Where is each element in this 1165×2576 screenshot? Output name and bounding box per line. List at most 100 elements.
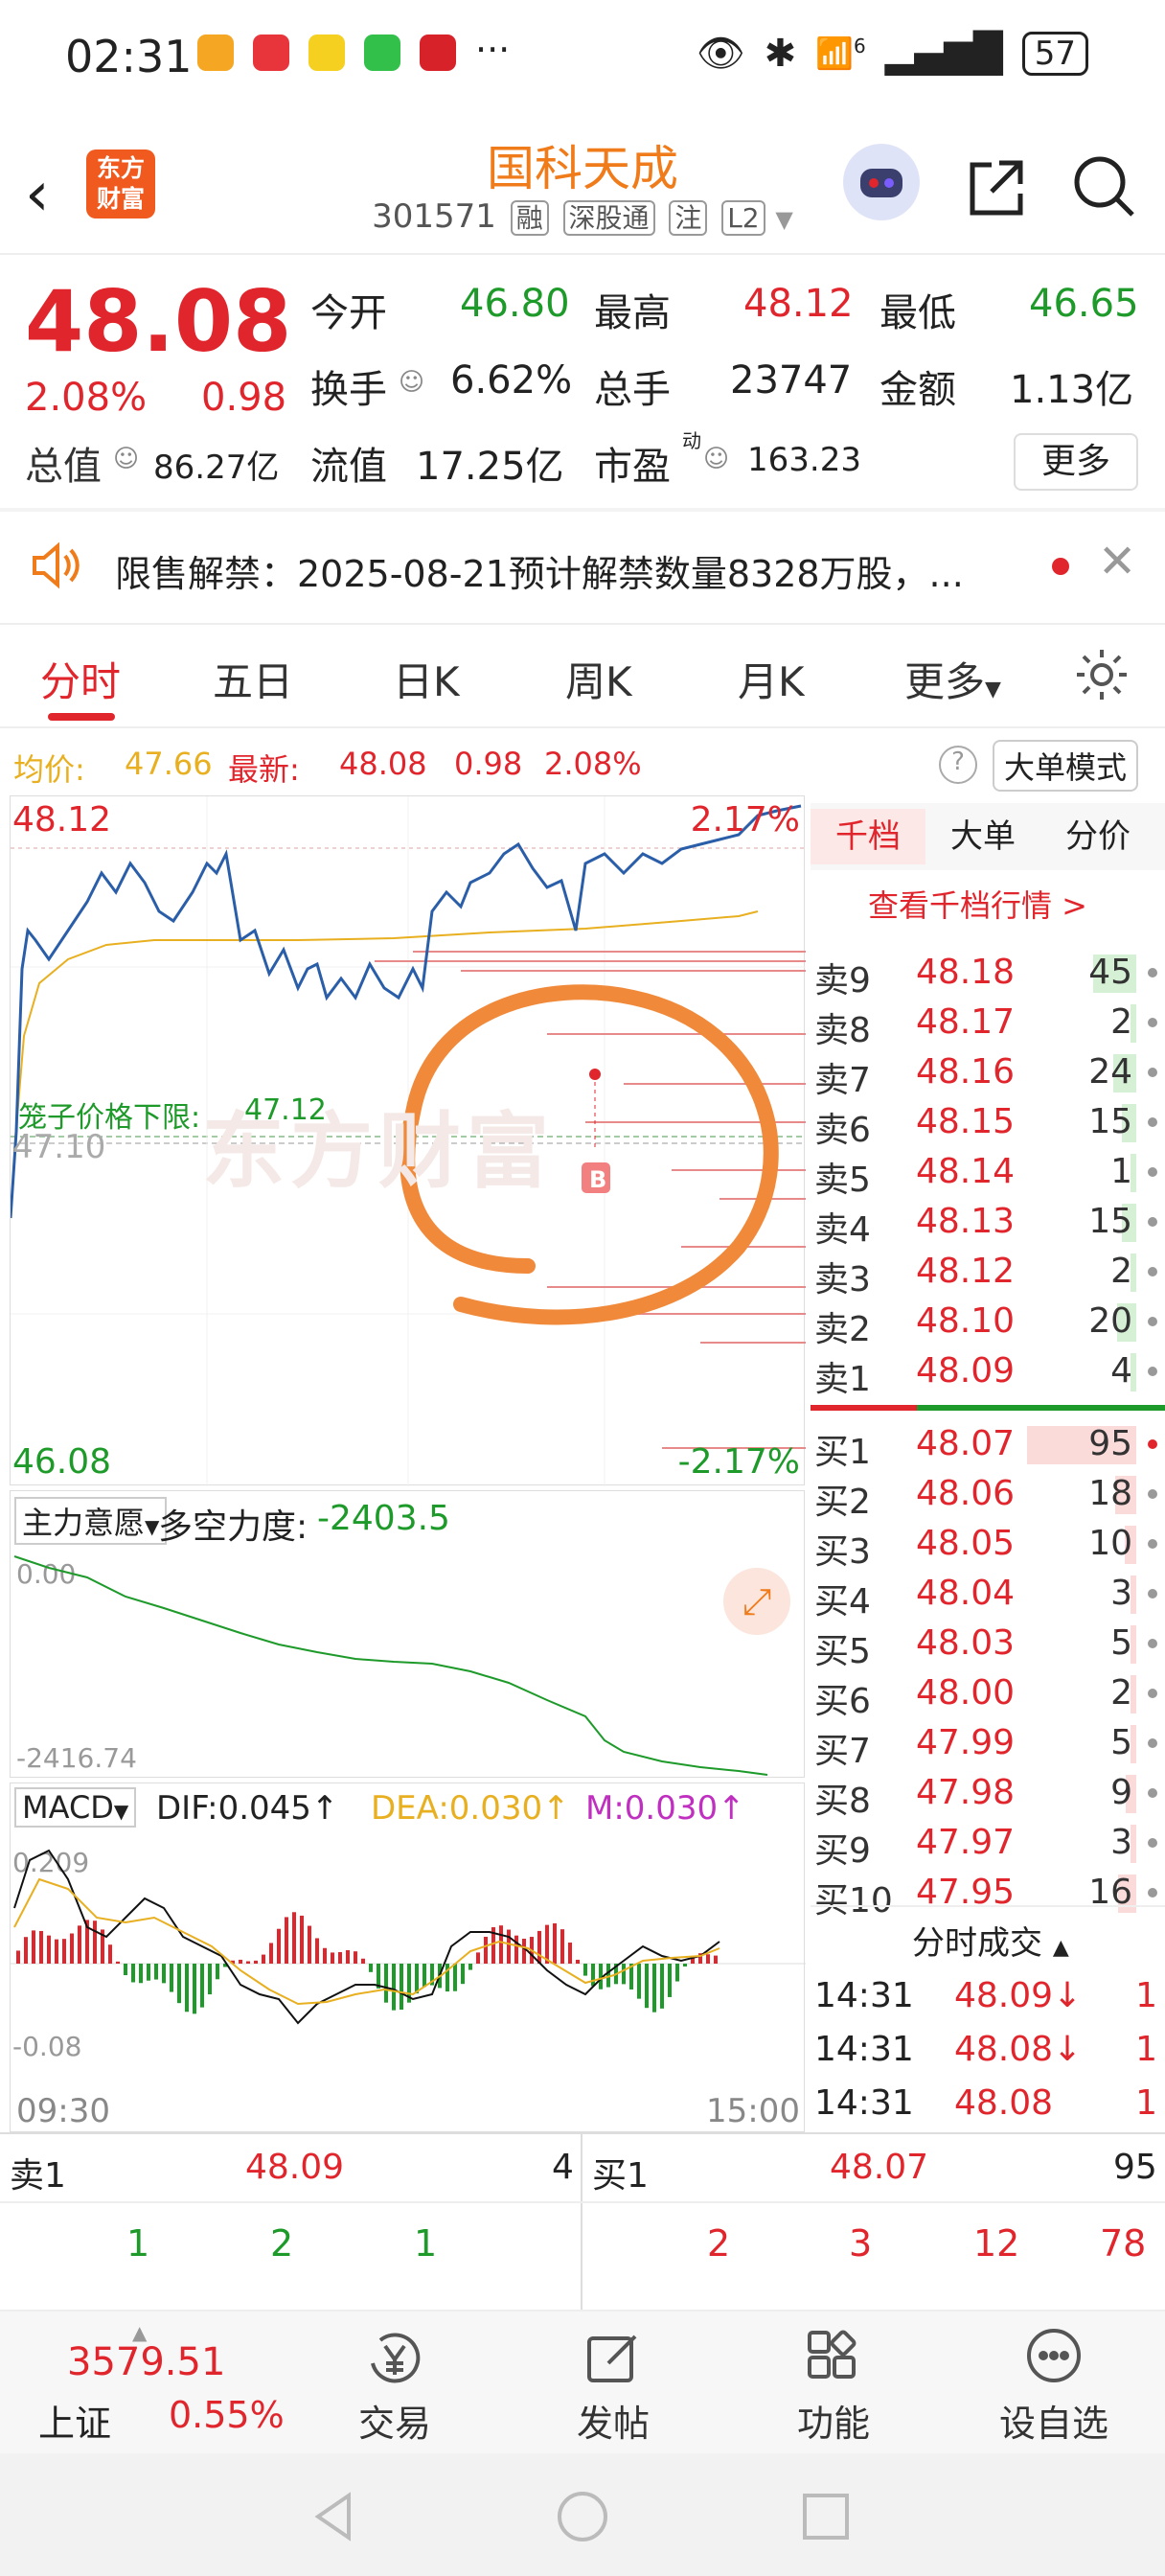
macd-bar xyxy=(93,1920,97,1964)
bid-row[interactable]: 买9 47.97 3 xyxy=(811,1817,1165,1871)
level-price: 47.97 xyxy=(916,1823,1016,1862)
level-price: 47.99 xyxy=(916,1723,1016,1762)
chevron-down-icon: ▼ xyxy=(113,1800,129,1823)
ask-row[interactable]: 卖3 48.12 2 xyxy=(811,1246,1165,1300)
nav-watchlist[interactable]: 设自选 xyxy=(977,2394,1131,2447)
watchlist-icon[interactable] xyxy=(977,2325,1131,2404)
level-price: 48.14 xyxy=(916,1152,1016,1191)
float-label: 流值 xyxy=(310,445,387,489)
back-triangle-icon[interactable] xyxy=(307,2488,364,2545)
home-circle-icon[interactable] xyxy=(554,2488,611,2545)
trade-icon[interactable] xyxy=(318,2325,471,2404)
notice-text: 限售解禁：2025-08-21预计解禁数量8328万股，... xyxy=(115,553,964,595)
bid-row[interactable]: 买10 47.95 16 xyxy=(811,1867,1165,1920)
macd-bar xyxy=(16,1950,20,1964)
bid-row[interactable]: 买8 47.98 9 xyxy=(811,1767,1165,1821)
share-icon[interactable] xyxy=(963,153,1030,224)
level-label: 卖3 xyxy=(814,1260,871,1300)
battery-icon: 57 xyxy=(1021,31,1088,76)
search-icon[interactable] xyxy=(1071,153,1138,224)
amount-value: 1.13亿 xyxy=(1010,368,1134,412)
function-icon[interactable] xyxy=(757,2325,910,2404)
chart-top-pct: 2.17% xyxy=(690,800,800,840)
intraday-chart[interactable]: 东方财富 48.12 2.17% 笼子价格下限: 47.12 47.10 B 4… xyxy=(9,795,806,1486)
last-label: 最新: xyxy=(228,751,300,788)
macd-bar xyxy=(331,1952,334,1964)
tab-daily[interactable]: 日K xyxy=(393,650,460,708)
tab-monthly[interactable]: 月K xyxy=(738,650,805,708)
level-volume: 2 xyxy=(1110,1673,1132,1713)
gear-icon[interactable] xyxy=(1073,646,1131,707)
help-icon[interactable]: ? xyxy=(939,746,977,784)
level-label: 卖4 xyxy=(814,1210,871,1250)
depth-link[interactable]: 查看千档行情 > xyxy=(868,882,1087,926)
tab-depth[interactable]: 千档 xyxy=(811,809,925,864)
macd-select[interactable]: MACD▼ xyxy=(14,1787,137,1828)
system-nav-bar xyxy=(0,2453,1165,2576)
tab-weekly[interactable]: 周K xyxy=(565,650,632,708)
expand-icon[interactable]: ⤢ xyxy=(723,1568,790,1635)
macd-bar xyxy=(78,1925,81,1964)
tab-price[interactable]: 分价 xyxy=(1065,809,1131,864)
nav-function[interactable]: 功能 xyxy=(757,2394,910,2447)
trades-title[interactable]: 分时成交 ▲ xyxy=(912,1917,1069,1964)
trade-price: 48.08 xyxy=(954,2083,1054,2123)
index-name[interactable]: 上证 xyxy=(38,2394,111,2447)
level-label: 买8 xyxy=(814,1782,871,1821)
index-value[interactable]: 3579.51 xyxy=(67,2340,225,2384)
ask-row[interactable]: 卖9 48.18 45 xyxy=(811,947,1165,1000)
bid-row[interactable]: 买1 48.07 95 xyxy=(811,1418,1165,1472)
bid-row[interactable]: 买5 48.03 5 xyxy=(811,1618,1165,1671)
bid-row[interactable]: 买7 47.99 5 xyxy=(811,1717,1165,1771)
more-button[interactable]: 更多 xyxy=(1014,433,1138,491)
book-tabs: 千档 大单 分价 xyxy=(811,803,1165,870)
bid-row[interactable]: 买2 48.06 18 xyxy=(811,1468,1165,1522)
macd-bar xyxy=(714,1955,718,1964)
level-dot xyxy=(1148,1589,1157,1598)
tab-large[interactable]: 大单 xyxy=(950,809,1016,864)
flow-label: 主力意愿 xyxy=(22,1505,146,1541)
bluetooth-icon: ✱ xyxy=(764,31,797,76)
ask-row[interactable]: 卖6 48.15 15 xyxy=(811,1096,1165,1150)
level-price: 48.03 xyxy=(916,1623,1016,1663)
tab-5day[interactable]: 五日 xyxy=(213,650,293,708)
ask-row[interactable]: 卖7 48.16 24 xyxy=(811,1046,1165,1100)
flow-metric-value: -2403.5 xyxy=(317,1499,450,1538)
level-price: 48.07 xyxy=(916,1424,1016,1463)
ask-row[interactable]: 卖1 48.09 4 xyxy=(811,1346,1165,1399)
bid-row[interactable]: 买6 48.00 2 xyxy=(811,1668,1165,1721)
info-icon[interactable]: ☺ xyxy=(399,368,424,397)
flow-select[interactable]: 主力意愿▼ xyxy=(14,1497,168,1545)
ai-assistant-icon[interactable] xyxy=(843,144,920,220)
tag-connect: 深股通 xyxy=(562,200,655,236)
level-label: 买1 xyxy=(814,1433,871,1472)
dropdown-icon: ▼ xyxy=(775,206,793,233)
buy-marker-label: B xyxy=(589,1166,607,1193)
bq-left-num: 1 xyxy=(414,2222,438,2265)
chart-bottom-price: 46.08 xyxy=(12,1442,112,1482)
nav-trade[interactable]: 交易 xyxy=(318,2394,471,2447)
last-chg: 0.98 xyxy=(454,746,523,782)
index-pct[interactable]: 0.55% xyxy=(169,2394,285,2436)
time-end: 15:00 xyxy=(706,2092,800,2130)
tab-intraday[interactable]: 分时 xyxy=(40,650,121,708)
bq-bid-label: 买1 xyxy=(592,2156,649,2196)
ask-row[interactable]: 卖8 48.17 2 xyxy=(811,997,1165,1050)
nav-post[interactable]: 发帖 xyxy=(537,2394,690,2447)
close-icon[interactable]: ✕ xyxy=(1098,535,1136,588)
post-icon[interactable] xyxy=(537,2325,690,2404)
large-order-mode-button[interactable]: 大单模式 xyxy=(993,740,1139,792)
signal-icon: ▂▄▆█ xyxy=(884,31,1003,76)
bid-row[interactable]: 买3 48.05 10 xyxy=(811,1518,1165,1572)
tab-more-label: 更多 xyxy=(904,658,986,705)
tab-more[interactable]: 更多▼ xyxy=(904,650,1001,708)
notice-bar[interactable]: 限售解禁：2025-08-21预计解禁数量8328万股，... ✕ xyxy=(0,512,1165,621)
info-icon[interactable]: ☺ xyxy=(113,445,139,473)
ask-row[interactable]: 卖5 48.14 1 xyxy=(811,1146,1165,1200)
bid-row[interactable]: 买4 48.04 3 xyxy=(811,1568,1165,1622)
info-icon[interactable]: ☺ xyxy=(703,445,729,473)
ask-row[interactable]: 卖2 48.10 20 xyxy=(811,1296,1165,1349)
recents-square-icon[interactable] xyxy=(797,2488,855,2545)
ask-row[interactable]: 卖4 48.13 15 xyxy=(811,1196,1165,1250)
active-tab-indicator xyxy=(48,713,115,721)
